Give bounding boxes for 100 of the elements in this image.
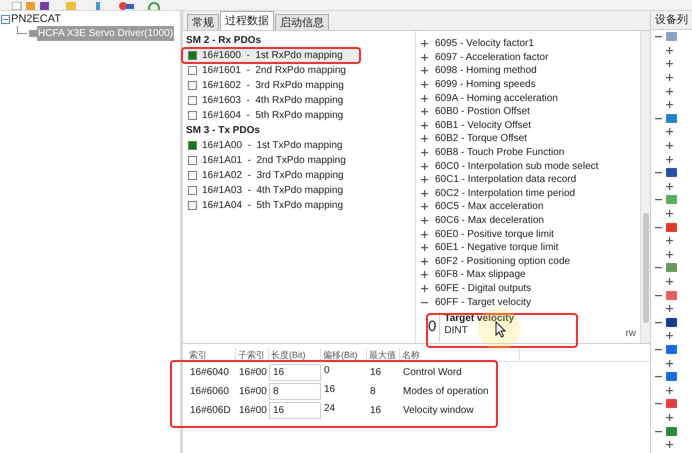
expand-icon[interactable]: [666, 46, 673, 54]
checkbox[interactable]: [188, 171, 197, 180]
expand-icon[interactable]: [421, 81, 428, 88]
object-item[interactable]: 60E1 - Negative torque limit: [435, 240, 558, 256]
expand-icon[interactable]: [666, 128, 673, 136]
checkbox[interactable]: [188, 156, 197, 165]
expand-icon[interactable]: [666, 60, 673, 68]
object-item[interactable]: 60C6 - Max deceleration: [435, 213, 544, 228]
expand-icon[interactable]: [421, 67, 428, 74]
expand-icon[interactable]: [421, 244, 428, 252]
expand-icon[interactable]: [421, 190, 428, 197]
panel-tab[interactable]: 设备列: [651, 11, 692, 30]
object-item[interactable]: 60F8 - Max slippage: [435, 267, 526, 282]
tree-item[interactable]: PN2ECAT: [11, 10, 61, 28]
object-item[interactable]: 60B2 - Torque Offset: [435, 131, 527, 146]
checkbox[interactable]: [188, 51, 197, 60]
object-item[interactable]: 6099 - Homing speeds: [435, 77, 536, 92]
checkbox[interactable]: [188, 201, 197, 210]
expand-icon[interactable]: [421, 94, 428, 102]
checkbox[interactable]: [188, 96, 197, 105]
expand-icon[interactable]: [421, 203, 428, 210]
pdo-label[interactable]: 16#1603 - 4th RxPdo mapping: [202, 93, 344, 108]
expand-icon[interactable]: [421, 40, 428, 48]
object-item[interactable]: 60B1 - Velocity Offset: [435, 118, 531, 133]
expand-icon[interactable]: [421, 108, 428, 116]
object-item[interactable]: 6098 - Homing method: [435, 63, 537, 78]
length-field[interactable]: 8: [269, 382, 321, 400]
table-cell-text: 16: [369, 366, 382, 380]
pdo-label[interactable]: 16#1A03 - 4th TxPdo mapping: [202, 183, 344, 198]
expand-icon[interactable]: [666, 237, 673, 244]
expand-icon[interactable]: [666, 441, 673, 448]
toolbar-icon[interactable]: [118, 2, 134, 10]
checkbox[interactable]: [188, 111, 197, 120]
object-item[interactable]: 60C5 - Max acceleration: [435, 199, 544, 214]
expand-icon[interactable]: [666, 142, 673, 150]
expand-icon[interactable]: [666, 101, 673, 108]
selected-row[interactable]: 16#1600 - 1st RxPdo mapping: [181, 47, 361, 64]
expand-icon[interactable]: [666, 182, 673, 190]
expand-icon[interactable]: [421, 271, 428, 278]
scrollbar[interactable]: [640, 31, 650, 343]
column-header[interactable]: 索引: [187, 348, 236, 361]
pdo-label[interactable]: 16#1A04 - 5th TxPdo mapping: [202, 198, 344, 213]
object-item[interactable]: 60E0 - Positive torque limit: [435, 226, 554, 242]
expand-icon[interactable]: [666, 305, 673, 312]
expand-icon[interactable]: [666, 386, 673, 394]
pdo-label[interactable]: 16#1604 - 5th RxPdo mapping: [202, 108, 344, 123]
cursor-highlight: [478, 308, 520, 350]
tab[interactable]: 过程数据: [220, 11, 274, 30]
expand-icon[interactable]: [666, 210, 673, 218]
object-item[interactable]: 60FF - Target velocity: [435, 294, 531, 310]
object-item[interactable]: 6097 - Acceleration factor: [435, 50, 548, 65]
tab[interactable]: 启动信息: [275, 14, 329, 30]
checkbox[interactable]: [188, 81, 197, 90]
object-item[interactable]: 60C2 - Interpolation time period: [435, 186, 576, 201]
toolbar-icon[interactable]: [148, 2, 160, 10]
expand-icon[interactable]: [421, 176, 428, 184]
expand-icon[interactable]: [666, 250, 673, 258]
column-header[interactable]: 最大值: [367, 348, 400, 361]
expand-icon[interactable]: [421, 122, 428, 129]
expand-icon[interactable]: [421, 54, 428, 61]
expand-icon[interactable]: [666, 156, 673, 163]
pdo-label[interactable]: 16#1602 - 3rd RxPdo mapping: [202, 78, 344, 93]
expand-icon[interactable]: [421, 149, 428, 156]
object-item[interactable]: 60F2 - Positioning option code: [435, 254, 570, 269]
expand-icon[interactable]: [666, 414, 673, 421]
expand-icon[interactable]: [666, 278, 673, 285]
object-item[interactable]: 60C0 - Interpolation sub mode select: [435, 158, 598, 174]
group-heading: SM 2 - Rx PDOs: [185, 34, 262, 48]
expand-icon[interactable]: [666, 360, 673, 367]
object-item[interactable]: 60B8 - Touch Probe Function: [435, 145, 564, 160]
expand-icon[interactable]: [421, 284, 428, 292]
checkbox[interactable]: [188, 186, 197, 195]
length-field[interactable]: 16: [269, 364, 321, 380]
collapse-icon[interactable]: [1, 14, 10, 24]
column-header[interactable]: 子索引: [236, 348, 269, 361]
column-header[interactable]: 偏移(Bit): [321, 348, 367, 361]
expand-icon[interactable]: [666, 74, 673, 82]
object-item[interactable]: 60C1 - Interpolation data record: [435, 172, 576, 188]
expand-icon[interactable]: [421, 217, 428, 224]
pdo-label[interactable]: 16#1A00 - 1st TxPdo mapping: [202, 138, 342, 153]
expand-icon[interactable]: [666, 88, 673, 95]
object-item[interactable]: 60B0 - Postion Offset: [435, 104, 530, 120]
column-header[interactable]: 名称: [400, 348, 520, 361]
pdo-label[interactable]: 16#1A02 - 3rd TxPdo mapping: [202, 168, 344, 183]
toolbar-icon[interactable]: [12, 2, 52, 10]
expand-icon[interactable]: [421, 135, 428, 142]
expand-icon[interactable]: [421, 258, 428, 265]
length-field[interactable]: 16: [269, 402, 321, 418]
pdo-label[interactable]: 16#1601 - 2nd RxPdo mapping: [202, 63, 346, 78]
checkbox[interactable]: [188, 66, 197, 75]
checkbox[interactable]: [188, 141, 197, 150]
expand-icon[interactable]: [666, 332, 673, 340]
column-header[interactable]: 长度(Bit): [269, 348, 321, 361]
expand-icon[interactable]: [421, 230, 428, 238]
object-item[interactable]: 60FE - Digital outputs: [435, 280, 532, 296]
pdo-label[interactable]: 16#1A01 - 2nd TxPdo mapping: [202, 153, 346, 168]
object-item[interactable]: 6095 - Velocity factor1: [435, 36, 534, 52]
object-item[interactable]: 609A - Homing acceleration: [435, 90, 558, 106]
tab[interactable]: 常规: [187, 14, 219, 30]
expand-icon[interactable]: [421, 162, 428, 170]
